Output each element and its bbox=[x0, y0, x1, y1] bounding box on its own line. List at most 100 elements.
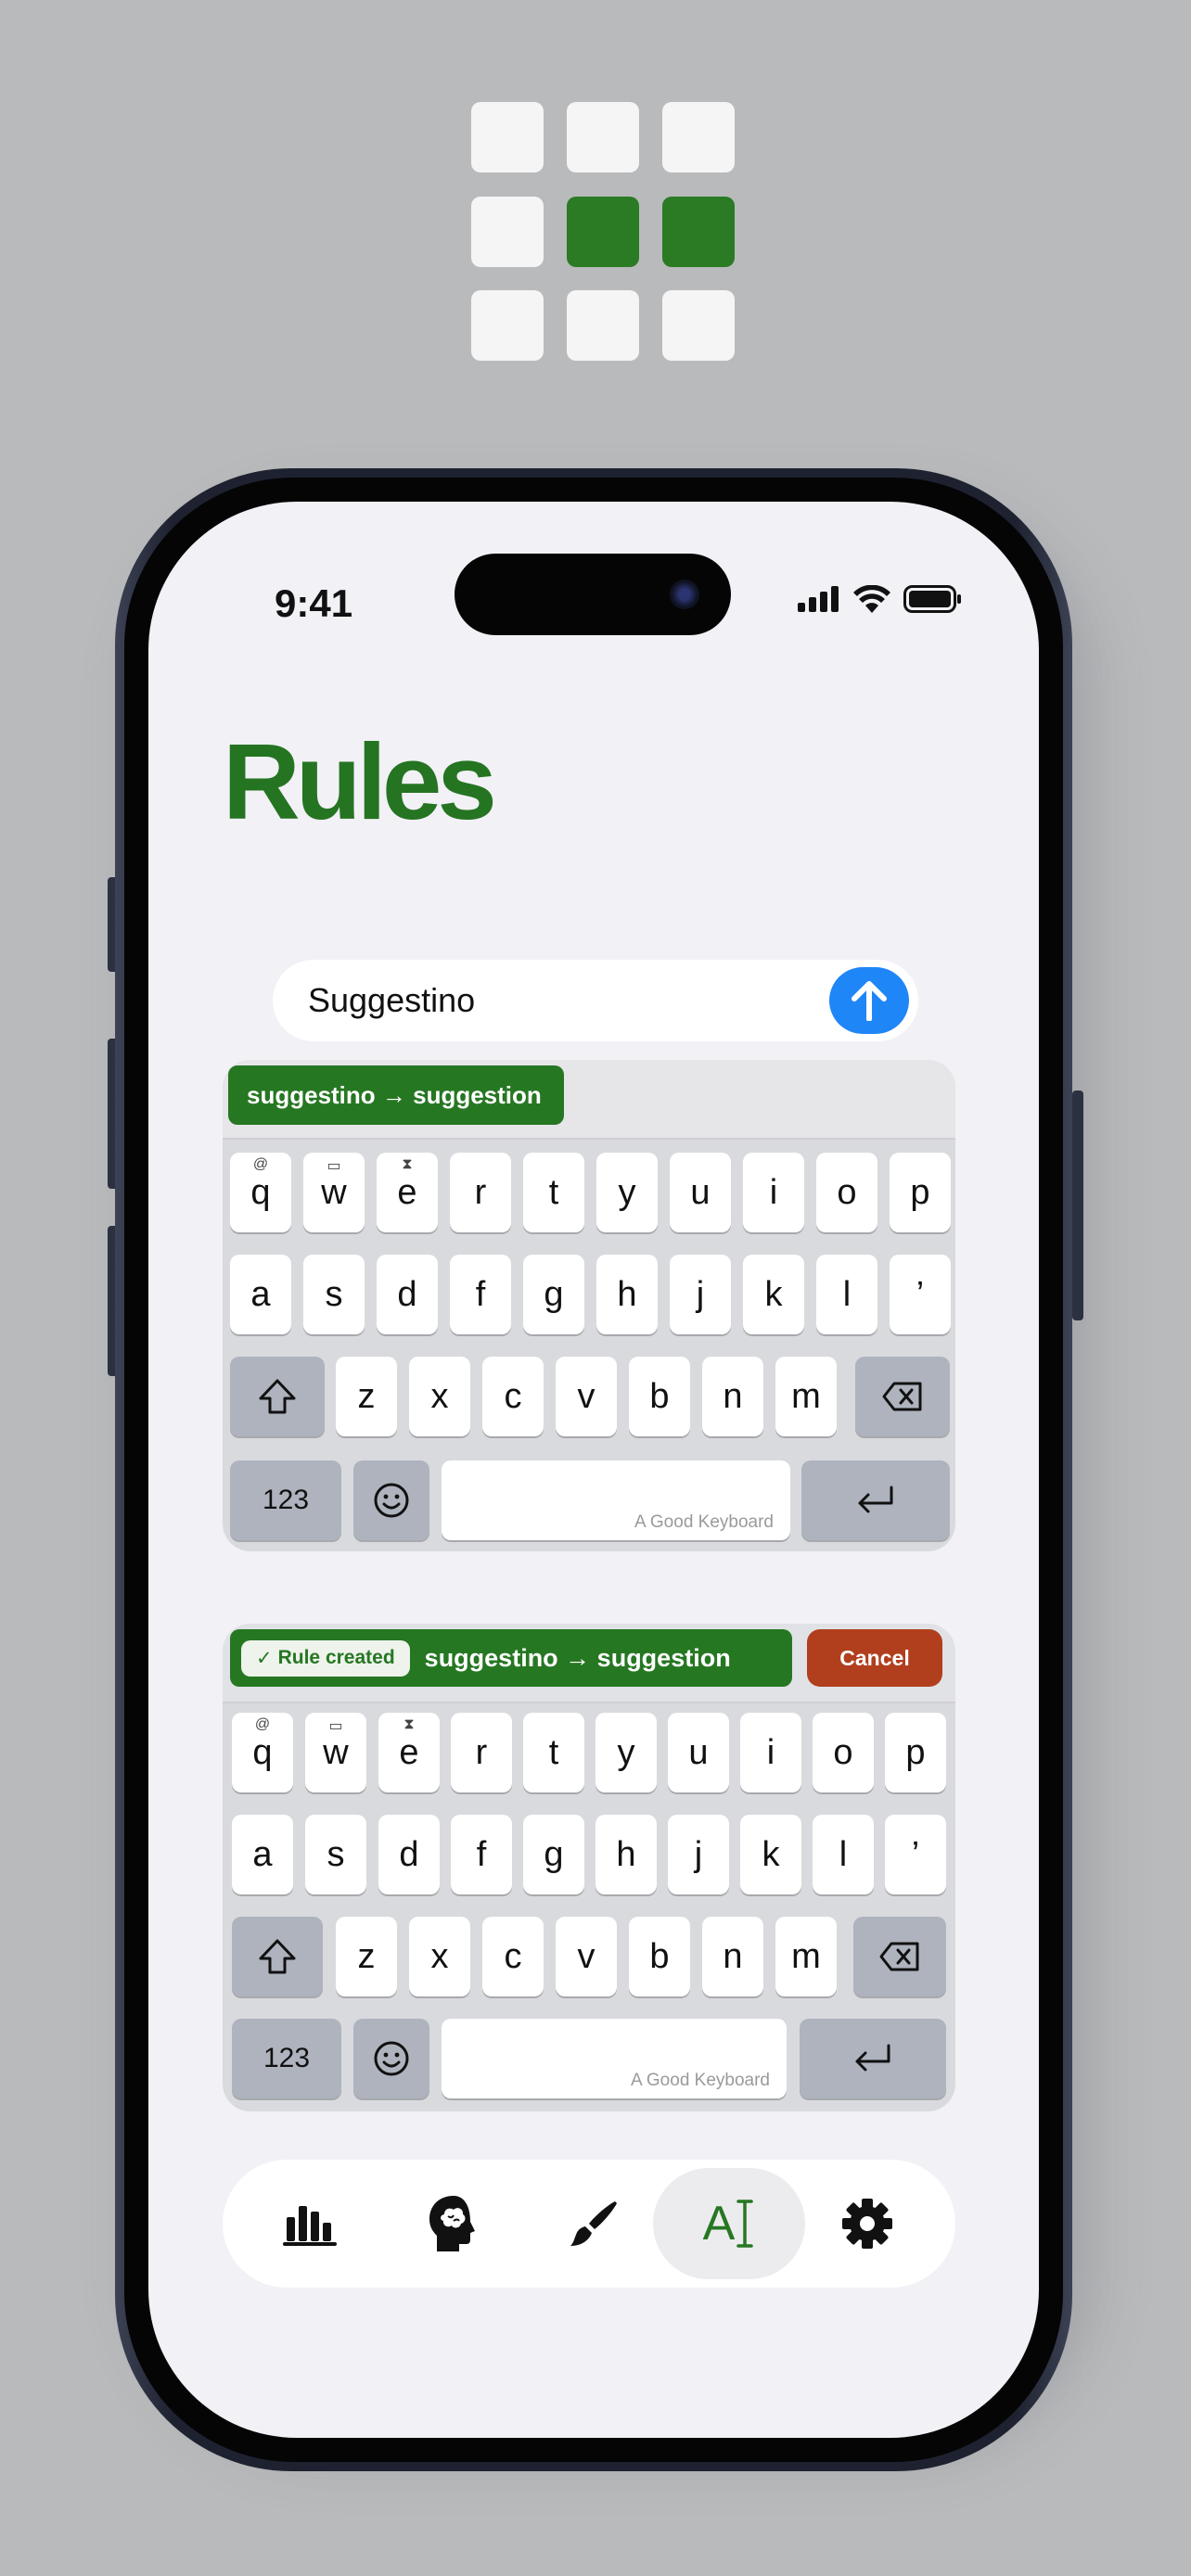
key-r[interactable]: r bbox=[450, 1153, 511, 1232]
suggestion-chip[interactable]: suggestino → suggestion bbox=[228, 1065, 564, 1125]
key-s[interactable]: s bbox=[305, 1815, 366, 1894]
key-g[interactable]: g bbox=[523, 1255, 584, 1334]
key-t[interactable]: t bbox=[523, 1713, 584, 1792]
tab-rules-label: A bbox=[702, 2197, 736, 2251]
key-label: n bbox=[723, 1376, 743, 1416]
text-cursor-bar bbox=[736, 2200, 754, 2248]
key-label: h bbox=[616, 1834, 636, 1874]
key-n[interactable]: n bbox=[702, 1917, 763, 1996]
key-u[interactable]: u bbox=[668, 1713, 729, 1792]
key-label: q bbox=[250, 1172, 271, 1212]
key-q[interactable]: @ q bbox=[232, 1713, 293, 1792]
space-key[interactable]: A Good Keyboard bbox=[442, 2019, 787, 2098]
key-e[interactable]: ⧗ e bbox=[377, 1153, 438, 1232]
key-a[interactable]: a bbox=[230, 1255, 291, 1334]
shift-key[interactable] bbox=[232, 1917, 323, 1996]
key-w[interactable]: ▭ w bbox=[305, 1713, 366, 1792]
key-row-4: 123 A Good Keyboard bbox=[223, 2019, 955, 2098]
key-row-2: a s d f g h j k l ’ bbox=[223, 1815, 955, 1894]
key-j[interactable]: j bbox=[670, 1255, 731, 1334]
key-label: o bbox=[833, 1732, 853, 1772]
return-key[interactable] bbox=[800, 2019, 946, 2098]
key-d[interactable]: d bbox=[378, 1815, 440, 1894]
key-label: n bbox=[723, 1936, 743, 1976]
key-m[interactable]: m bbox=[775, 1917, 837, 1996]
gear-icon bbox=[842, 2199, 892, 2249]
key-v[interactable]: v bbox=[556, 1357, 617, 1436]
key-label: g bbox=[544, 1274, 564, 1314]
key-y[interactable]: y bbox=[596, 1713, 657, 1792]
key-label: e bbox=[397, 1172, 417, 1212]
key-p[interactable]: p bbox=[885, 1713, 946, 1792]
delete-key[interactable] bbox=[855, 1357, 950, 1436]
key-n[interactable]: n bbox=[702, 1357, 763, 1436]
key-apostrophe[interactable]: ’ bbox=[885, 1815, 946, 1894]
key-k[interactable]: k bbox=[743, 1255, 804, 1334]
return-key[interactable] bbox=[801, 1460, 950, 1540]
key-b[interactable]: b bbox=[629, 1917, 690, 1996]
numbers-key[interactable]: 123 bbox=[230, 1460, 341, 1540]
key-v[interactable]: v bbox=[556, 1917, 617, 1996]
briefcase-icon: ▭ bbox=[327, 1158, 341, 1174]
key-label: k bbox=[762, 1834, 780, 1874]
key-x[interactable]: x bbox=[409, 1917, 470, 1996]
logo-cell bbox=[471, 197, 544, 267]
emoji-key[interactable] bbox=[353, 1460, 429, 1540]
key-z[interactable]: z bbox=[336, 1357, 397, 1436]
key-t[interactable]: t bbox=[523, 1153, 584, 1232]
key-s[interactable]: s bbox=[303, 1255, 365, 1334]
status-icons bbox=[798, 585, 963, 613]
key-p[interactable]: p bbox=[890, 1153, 951, 1232]
key-label: k bbox=[764, 1274, 783, 1314]
key-u[interactable]: u bbox=[670, 1153, 731, 1232]
shift-key[interactable] bbox=[230, 1357, 325, 1436]
key-q[interactable]: @ q bbox=[230, 1153, 291, 1232]
key-o[interactable]: o bbox=[813, 1713, 874, 1792]
key-j[interactable]: j bbox=[668, 1815, 729, 1894]
key-r[interactable]: r bbox=[451, 1713, 512, 1792]
key-w[interactable]: ▭ w bbox=[303, 1153, 365, 1232]
tab-rules[interactable]: A bbox=[653, 2168, 805, 2279]
key-l[interactable]: l bbox=[816, 1255, 877, 1334]
key-o[interactable]: o bbox=[816, 1153, 877, 1232]
send-button[interactable] bbox=[829, 967, 909, 1034]
key-g[interactable]: g bbox=[523, 1815, 584, 1894]
key-h[interactable]: h bbox=[596, 1255, 658, 1334]
key-label: g bbox=[544, 1834, 564, 1874]
key-x[interactable]: x bbox=[409, 1357, 470, 1436]
briefcase-icon: ▭ bbox=[328, 1718, 343, 1734]
key-e[interactable]: ⧗ e bbox=[378, 1713, 440, 1792]
key-y[interactable]: y bbox=[596, 1153, 658, 1232]
key-a[interactable]: a bbox=[232, 1815, 293, 1894]
tab-stats[interactable] bbox=[241, 2160, 380, 2288]
delete-key[interactable] bbox=[853, 1917, 946, 1996]
tab-learning[interactable] bbox=[382, 2160, 521, 2288]
key-d[interactable]: d bbox=[377, 1255, 438, 1334]
numbers-key[interactable]: 123 bbox=[232, 2019, 341, 2098]
key-apostrophe[interactable]: ’ bbox=[890, 1255, 951, 1334]
key-f[interactable]: f bbox=[451, 1815, 512, 1894]
key-l[interactable]: l bbox=[813, 1815, 874, 1894]
key-i[interactable]: i bbox=[740, 1713, 801, 1792]
key-h[interactable]: h bbox=[596, 1815, 657, 1894]
key-row-3: z x c v b n m bbox=[223, 1917, 955, 1996]
tab-settings[interactable] bbox=[798, 2160, 937, 2288]
key-c[interactable]: c bbox=[482, 1357, 544, 1436]
key-c[interactable]: c bbox=[482, 1917, 544, 1996]
space-key[interactable]: A Good Keyboard bbox=[442, 1460, 790, 1540]
key-z[interactable]: z bbox=[336, 1917, 397, 1996]
key-m[interactable]: m bbox=[775, 1357, 837, 1436]
key-label: y bbox=[618, 1172, 636, 1212]
tab-theme[interactable] bbox=[523, 2160, 662, 2288]
key-k[interactable]: k bbox=[740, 1815, 801, 1894]
key-label: c bbox=[504, 1376, 522, 1416]
key-f[interactable]: f bbox=[450, 1255, 511, 1334]
emoji-key[interactable] bbox=[353, 2019, 429, 2098]
tab-bar: A bbox=[223, 2160, 955, 2288]
return-icon bbox=[855, 2044, 890, 2072]
key-row-3: z x c v b n m bbox=[223, 1357, 955, 1436]
cancel-button[interactable]: Cancel bbox=[807, 1629, 942, 1687]
key-b[interactable]: b bbox=[629, 1357, 690, 1436]
key-i[interactable]: i bbox=[743, 1153, 804, 1232]
rule-input[interactable]: Suggestino bbox=[273, 960, 918, 1041]
